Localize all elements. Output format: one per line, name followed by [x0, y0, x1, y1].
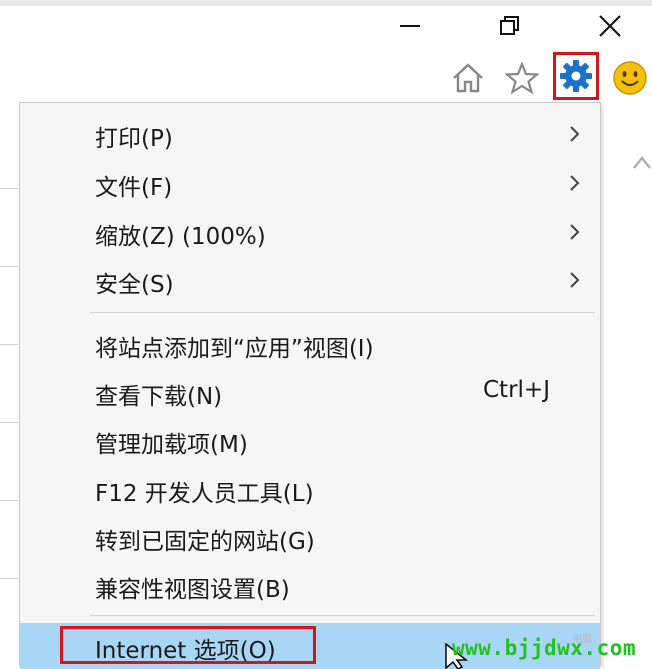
- page-divider: [0, 266, 18, 267]
- menu-item-label: 文件(F): [95, 175, 173, 201]
- restore-button[interactable]: [490, 8, 530, 44]
- page-divider: [0, 422, 18, 423]
- minimize-icon: [400, 25, 420, 27]
- home-button[interactable]: [448, 56, 488, 100]
- close-icon: [599, 15, 621, 37]
- menu-item-label: 缩放(Z) (100%): [95, 224, 266, 250]
- menu-item-shortcut: Ctrl+J: [483, 377, 550, 403]
- menu-item-add-to-apps[interactable]: 将站点添加到“应用”视图(I): [20, 321, 600, 367]
- smiley-icon: [613, 61, 647, 95]
- menu-item-label: 转到已固定的网站(G): [95, 529, 315, 555]
- home-icon: [453, 63, 483, 93]
- tools-menu: 打印(P) 文件(F) 缩放(Z) (100%) 安全(S) 将站点添加到“应用…: [19, 102, 601, 669]
- menu-item-print[interactable]: 打印(P): [20, 111, 600, 157]
- menu-item-label: 管理加载项(M): [95, 432, 248, 458]
- menu-item-pinned-sites[interactable]: 转到已固定的网站(G): [20, 514, 600, 560]
- page-content-left-edge: ​: [0, 100, 20, 666]
- menu-item-view-downloads[interactable]: 查看下载(N) Ctrl+J: [20, 369, 600, 415]
- menu-separator: [90, 615, 595, 616]
- tools-button[interactable]: [553, 52, 599, 100]
- menu-item-label: 兼容性视图设置(B): [95, 577, 290, 603]
- feedback-button[interactable]: [610, 56, 650, 100]
- menu-item-label: F12 开发人员工具(L): [95, 481, 314, 507]
- favorites-button[interactable]: [502, 56, 542, 100]
- close-button[interactable]: [590, 8, 630, 44]
- menu-item-label: Internet 选项(O): [95, 638, 276, 664]
- page-divider: [0, 344, 18, 345]
- page-divider: [0, 500, 18, 501]
- menu-item-label: 打印(P): [95, 126, 173, 152]
- browser-top-strip: [0, 0, 652, 6]
- menu-item-label: 将站点添加到“应用”视图(I): [95, 336, 374, 362]
- gear-icon: [560, 60, 592, 92]
- menu-item-zoom[interactable]: 缩放(Z) (100%): [20, 209, 600, 255]
- chevron-right-icon: [570, 126, 580, 142]
- chevron-right-icon: [570, 272, 580, 288]
- page-divider: [0, 578, 18, 579]
- menu-item-label: 查看下载(N): [95, 384, 223, 410]
- watermark-url: www.bjjdwx.com: [452, 636, 637, 660]
- chevron-right-icon: [570, 175, 580, 191]
- menu-separator: [90, 312, 595, 313]
- menu-item-dev-tools[interactable]: F12 开发人员工具(L): [20, 466, 600, 512]
- menu-item-safety[interactable]: 安全(S): [20, 257, 600, 303]
- menu-item-label: 安全(S): [95, 272, 174, 298]
- chevron-right-icon: [570, 224, 580, 240]
- minimize-button[interactable]: [390, 8, 430, 44]
- page-divider: [0, 188, 18, 189]
- menu-item-compat-view[interactable]: 兼容性视图设置(B): [20, 562, 600, 608]
- star-icon: [505, 62, 539, 94]
- menu-item-manage-addons[interactable]: 管理加载项(M): [20, 417, 600, 463]
- scroll-up-chevron-icon: [633, 156, 651, 169]
- page-scrollbar[interactable]: [602, 100, 652, 666]
- menu-item-file[interactable]: 文件(F): [20, 160, 600, 206]
- restore-icon: [500, 16, 519, 35]
